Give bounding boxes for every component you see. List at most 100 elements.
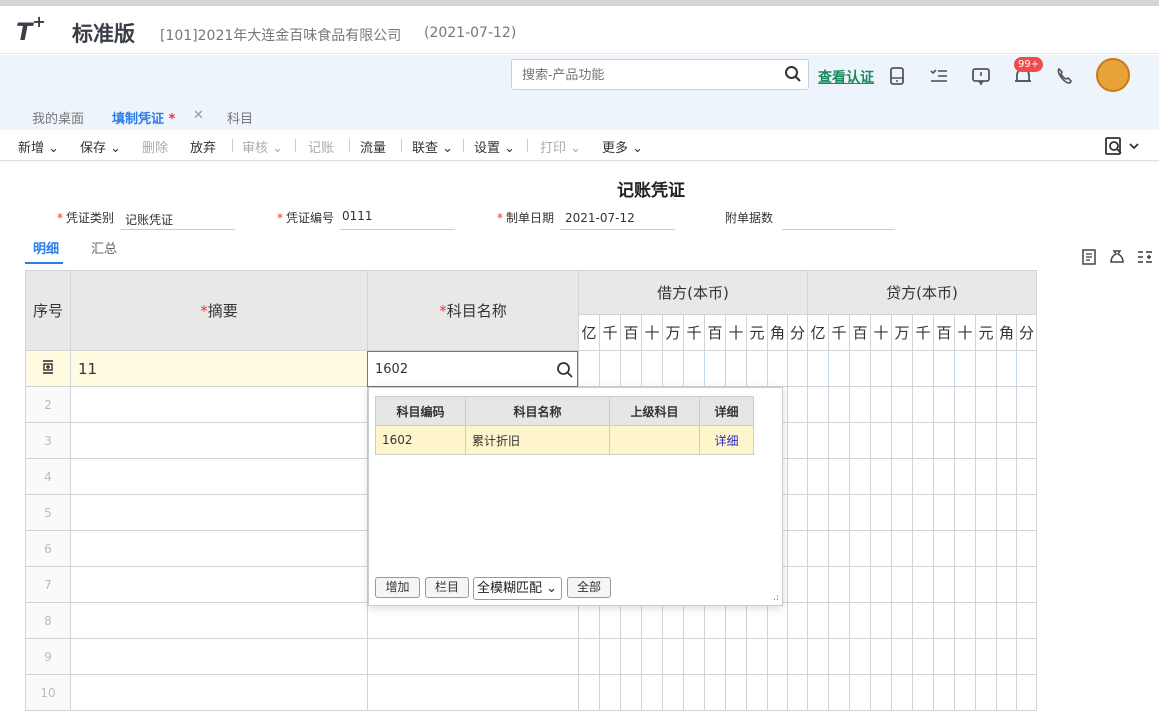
save-button[interactable]: 保存 ⌄ [80, 137, 121, 156]
amount-cell[interactable] [1016, 674, 1037, 711]
amount-cell[interactable] [996, 458, 1017, 495]
show-all-button[interactable]: 全部 [567, 577, 611, 598]
settings-button[interactable]: 设置 ⌄ [474, 137, 515, 156]
user-avatar[interactable] [1096, 58, 1130, 92]
amount-cell[interactable] [954, 422, 976, 459]
amount-cell[interactable] [870, 566, 892, 603]
summary-cell[interactable] [70, 566, 368, 603]
amount-cell[interactable] [1016, 602, 1037, 639]
amount-cell[interactable] [746, 602, 768, 639]
amount-cell[interactable] [933, 674, 955, 711]
amount-cell[interactable] [912, 494, 934, 531]
amount-cell[interactable] [912, 674, 934, 711]
amount-cell[interactable] [891, 386, 913, 423]
amount-cell[interactable] [578, 602, 600, 639]
amount-cell[interactable] [662, 674, 684, 711]
lookup-detail-link[interactable]: 详细 [699, 425, 754, 455]
amount-cell[interactable] [787, 458, 808, 495]
amount-cell[interactable] [975, 602, 997, 639]
amount-cell[interactable] [912, 422, 934, 459]
amount-cell[interactable] [620, 674, 642, 711]
amount-cell[interactable] [954, 350, 976, 387]
amount-cell[interactable] [828, 458, 850, 495]
summary-cell[interactable] [70, 674, 368, 711]
account-cell[interactable] [367, 602, 579, 639]
amount-cell[interactable] [933, 422, 955, 459]
lookup-row[interactable]: 1602 累计折旧 详细 [375, 425, 754, 455]
amount-cell[interactable] [975, 422, 997, 459]
summary-cell[interactable] [70, 458, 368, 495]
amount-cell[interactable] [807, 386, 829, 423]
amount-cell[interactable] [933, 494, 955, 531]
amount-cell[interactable] [662, 638, 684, 675]
amount-cell[interactable] [954, 458, 976, 495]
amount-cell[interactable] [787, 674, 808, 711]
amount-cell[interactable] [891, 530, 913, 567]
amount-cell[interactable] [996, 350, 1017, 387]
amount-cell[interactable] [767, 350, 788, 387]
amount-cell[interactable] [725, 602, 747, 639]
lookup-name[interactable]: 累计折旧 [465, 425, 610, 455]
amount-cell[interactable] [704, 602, 726, 639]
amount-cell[interactable] [725, 350, 747, 387]
amount-cell[interactable] [870, 530, 892, 567]
amount-cell[interactable] [933, 638, 955, 675]
amount-cell[interactable] [975, 674, 997, 711]
amount-cell[interactable] [996, 530, 1017, 567]
mobile-icon[interactable] [887, 66, 907, 86]
amount-cell[interactable] [954, 566, 976, 603]
amount-cell[interactable] [725, 638, 747, 675]
phone-icon[interactable] [1055, 66, 1075, 86]
amount-cell[interactable] [975, 458, 997, 495]
amount-cell[interactable] [870, 350, 892, 387]
amount-cell[interactable] [807, 674, 829, 711]
amount-cell[interactable] [849, 530, 871, 567]
amount-cell[interactable] [828, 350, 850, 387]
search-icon[interactable] [784, 65, 802, 83]
summary-cell[interactable] [70, 638, 368, 675]
amount-cell[interactable] [787, 602, 808, 639]
amount-cell[interactable] [912, 530, 934, 567]
amount-cell[interactable] [1016, 638, 1037, 675]
amount-cell[interactable] [975, 386, 997, 423]
amount-cell[interactable] [933, 602, 955, 639]
search-input[interactable] [512, 60, 772, 89]
amount-cell[interactable] [954, 530, 976, 567]
amount-cell[interactable] [828, 530, 850, 567]
subtab-detail[interactable]: 明细 [25, 238, 64, 264]
task-list-icon[interactable] [929, 66, 949, 86]
tab-accounts[interactable]: 科目 [227, 108, 253, 127]
amount-cell[interactable] [620, 350, 642, 387]
amount-cell[interactable] [704, 638, 726, 675]
amount-cell[interactable] [746, 350, 768, 387]
table-row[interactable]: 10 [25, 674, 1037, 711]
discard-button[interactable]: 放弃 [190, 137, 216, 156]
amount-cell[interactable] [683, 674, 705, 711]
account-cell[interactable] [367, 638, 579, 675]
subtab-summary[interactable]: 汇总 [91, 238, 117, 257]
amount-cell[interactable] [870, 494, 892, 531]
summary-cell[interactable] [70, 422, 368, 459]
amount-cell[interactable] [954, 602, 976, 639]
amount-cell[interactable] [787, 350, 808, 387]
amount-cell[interactable] [975, 350, 997, 387]
lookup-parent[interactable] [609, 425, 700, 455]
amount-cell[interactable] [828, 386, 850, 423]
flow-button[interactable]: 流量 [360, 137, 386, 156]
amount-cell[interactable] [996, 566, 1017, 603]
amount-cell[interactable] [870, 674, 892, 711]
amount-cell[interactable] [1016, 494, 1037, 531]
amount-cell[interactable] [849, 674, 871, 711]
amount-cell[interactable] [704, 350, 726, 387]
amount-cell[interactable] [891, 422, 913, 459]
column-settings-icon[interactable] [1136, 248, 1154, 266]
amount-cell[interactable] [578, 350, 600, 387]
amount-cell[interactable] [599, 674, 621, 711]
amount-cell[interactable] [891, 494, 913, 531]
amount-cell[interactable] [828, 494, 850, 531]
money-bag-icon[interactable] [1108, 248, 1126, 266]
amount-cell[interactable] [849, 638, 871, 675]
amount-cell[interactable] [1016, 422, 1037, 459]
amount-cell[interactable] [599, 602, 621, 639]
amount-cell[interactable] [912, 566, 934, 603]
